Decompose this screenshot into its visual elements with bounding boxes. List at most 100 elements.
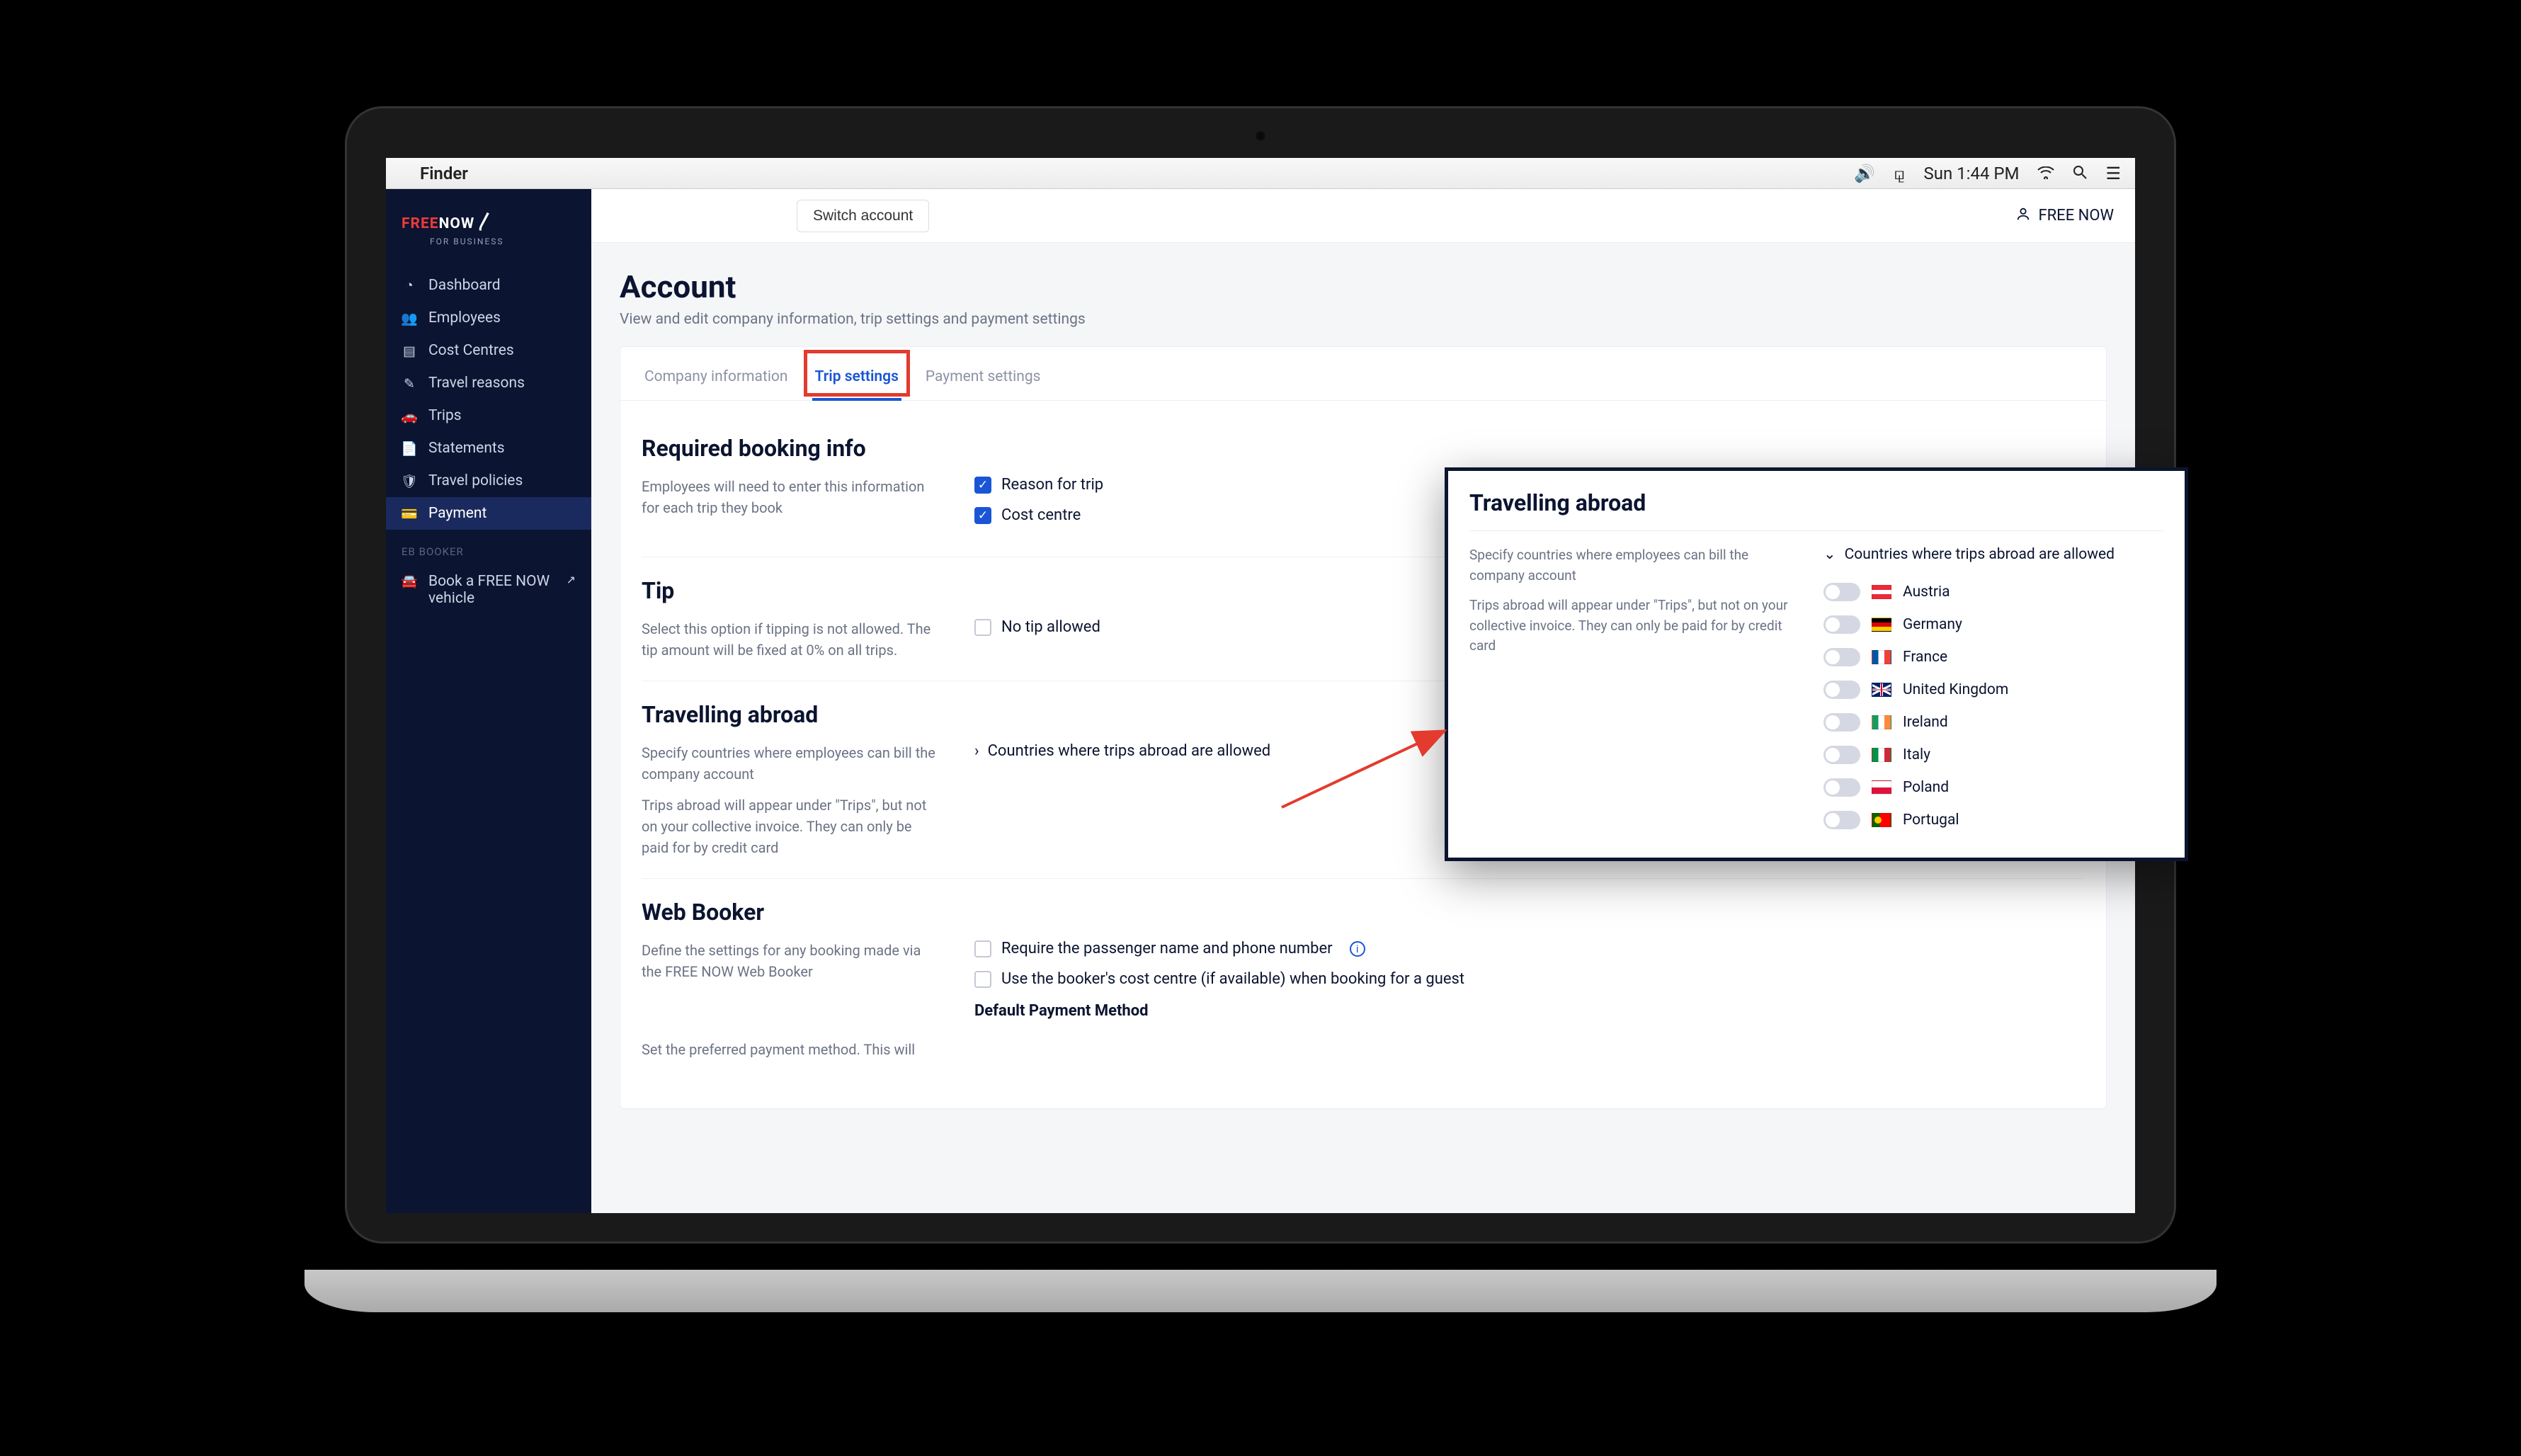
country-name: Italy <box>1903 746 1930 763</box>
sidebar-section-booker: EB BOOKER <box>386 530 591 565</box>
webbooker-option-row: Use the booker's cost centre (if availab… <box>974 970 2085 988</box>
country-toggle[interactable] <box>1823 615 1860 634</box>
required-option-label: Reason for trip <box>1001 476 1103 494</box>
heading-required: Required booking info <box>642 435 2085 462</box>
volume-icon[interactable]: 🔊 <box>1854 164 1875 183</box>
required-option-checkbox[interactable]: ✓ <box>974 507 991 524</box>
nav-icon: 📄 <box>402 440 417 457</box>
country-name: Germany <box>1903 616 1962 633</box>
nav-icon: ◔ <box>402 277 417 294</box>
flag-ie-icon <box>1872 715 1891 729</box>
sidebar-item-payment[interactable]: 💳 Payment <box>386 497 591 530</box>
sidebar-item-label: Cost Centres <box>428 342 514 359</box>
webbooker-option-row: Require the passenger name and phone num… <box>974 940 2085 957</box>
nav-icon: ✎ <box>402 375 417 392</box>
sidebar-item-label: Payment <box>428 505 486 522</box>
search-icon[interactable] <box>2073 164 2087 183</box>
menubar-time[interactable]: Sun 1:44 PM <box>1923 164 2019 183</box>
country-toggle[interactable] <box>1823 778 1860 797</box>
country-toggle[interactable] <box>1823 583 1860 601</box>
desc-tip: Select this option if tipping is not all… <box>642 618 939 661</box>
sidebar-item-travel-reasons[interactable]: ✎ Travel reasons <box>386 367 591 399</box>
camera <box>1256 131 1265 141</box>
country-row-ie: Ireland <box>1823 706 2163 739</box>
desc-webbooker: Define the settings for any booking made… <box>642 940 939 1060</box>
country-toggle[interactable] <box>1823 746 1860 764</box>
wifi-icon[interactable] <box>2037 164 2054 183</box>
tab-trip-settings[interactable]: Trip settings <box>812 356 901 401</box>
sidebar-item-statements[interactable]: 📄 Statements <box>386 432 591 465</box>
sidebar-item-label: Statements <box>428 440 505 457</box>
nav-icon: 👥 <box>402 310 417 326</box>
flag-fr-icon <box>1872 650 1891 664</box>
tab-company-information[interactable]: Company information <box>642 356 791 400</box>
switch-account-button[interactable]: Switch account <box>797 200 929 232</box>
country-name: United Kingdom <box>1903 681 2008 698</box>
menu-icon[interactable]: ☰ <box>2105 164 2121 183</box>
webbooker-option-checkbox[interactable] <box>974 971 991 988</box>
section-webbooker: Web Booker Define the settings for any b… <box>642 879 2085 1080</box>
flag-gb-icon <box>1872 683 1891 697</box>
required-option-label: Cost centre <box>1001 506 1081 524</box>
tabs: Company information Trip settings Payment … <box>620 347 2106 401</box>
sidebar-item-book-vehicle[interactable]: 🚘 Book a FREE NOW vehicle ↗ <box>386 565 591 615</box>
sidebar-item-dashboard[interactable]: ◔ Dashboard <box>386 269 591 302</box>
topbar-account[interactable]: FREE NOW <box>2015 206 2114 226</box>
country-name: Poland <box>1903 779 1949 796</box>
flag-pl-icon <box>1872 780 1891 795</box>
logo-free: FREE <box>402 215 439 232</box>
tab-payment-settings[interactable]: Payment settings <box>923 356 1044 400</box>
nav-icon: 💳 <box>402 506 417 522</box>
country-name: Austria <box>1903 584 1950 601</box>
default-payment-label: Default Payment Method <box>974 1002 2085 1020</box>
menubar-app-name[interactable]: Finder <box>420 164 468 183</box>
country-toggle[interactable] <box>1823 681 1860 699</box>
countries-expander-open[interactable]: ⌄ Countries where trips abroad are allow… <box>1823 545 2163 563</box>
topbar: Switch account FREE NOW <box>591 189 2135 243</box>
macos-menubar: Finder 🔊 ⚼ Sun 1:44 PM ☰ <box>386 158 2135 189</box>
flag-it-icon <box>1872 748 1891 762</box>
country-row-at: Austria <box>1823 576 2163 608</box>
country-row-it: Italy <box>1823 739 2163 771</box>
info-icon[interactable]: i <box>1350 941 1365 957</box>
bluetooth-icon[interactable]: ⚼ <box>1894 164 1906 183</box>
expander-label: Countries where trips abroad are allowed <box>1845 546 2115 563</box>
desc-abroad: Specify countries where employees can bi… <box>642 742 939 858</box>
sidebar-item-travel-policies[interactable]: 🛡Travel policies <box>386 465 591 497</box>
logo-swoosh-icon: 〳 <box>476 212 495 233</box>
sidebar-item-label: Trips <box>428 407 462 424</box>
country-toggle[interactable] <box>1823 811 1860 829</box>
sidebar-item-label: Book a FREE NOW vehicle <box>428 573 555 607</box>
sidebar-item-label: Travel reasons <box>428 375 525 392</box>
logo: FREENOW〳 FOR BUSINESS <box>386 189 591 269</box>
sidebar-item-employees[interactable]: 👥 Employees <box>386 302 591 334</box>
topbar-company: FREE NOW <box>2038 207 2114 224</box>
page-title: Account <box>620 268 2107 305</box>
external-link-icon: ↗ <box>567 573 576 586</box>
flag-pt-icon <box>1872 813 1891 827</box>
tip-option-checkbox[interactable] <box>974 619 991 636</box>
country-row-gb: United Kingdom <box>1823 673 2163 706</box>
sidebar-item-label: Dashboard <box>428 277 501 294</box>
chevron-right-icon: › <box>974 742 979 760</box>
flag-de-icon <box>1872 618 1891 632</box>
nav-icon: ▤ <box>402 343 417 359</box>
user-icon <box>2015 206 2031 226</box>
sidebar-item-trips[interactable]: 🚗Trips <box>386 399 591 432</box>
chevron-down-icon: ⌄ <box>1823 545 1836 563</box>
country-row-pt: Portugal <box>1823 804 2163 836</box>
country-toggle[interactable] <box>1823 648 1860 666</box>
tip-option-label: No tip allowed <box>1001 618 1100 636</box>
sidebar-item-label: Employees <box>428 309 501 326</box>
required-option-checkbox[interactable]: ✓ <box>974 477 991 494</box>
popout-heading: Travelling abroad <box>1469 489 2163 516</box>
expander-label: Countries where trips abroad are allowed <box>988 742 1271 760</box>
country-name: Portugal <box>1903 812 1959 829</box>
logo-sub: FOR BUSINESS <box>430 237 576 246</box>
country-toggle[interactable] <box>1823 713 1860 732</box>
sidebar-item-cost-centres[interactable]: ▤ Cost Centres <box>386 334 591 367</box>
country-row-pl: Poland <box>1823 771 2163 804</box>
logo-now: NOW <box>439 215 475 232</box>
country-row-de: Germany <box>1823 608 2163 641</box>
webbooker-option-checkbox[interactable] <box>974 940 991 957</box>
